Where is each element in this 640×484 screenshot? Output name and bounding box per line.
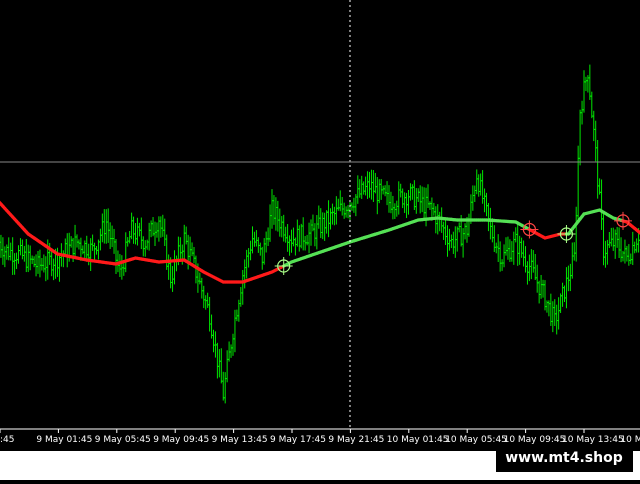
x-tick-label: 9 May 13:45 [212, 435, 268, 445]
x-tick-label: 9 May 01:45 [36, 435, 92, 445]
x-tick-label: :45 [0, 435, 14, 445]
x-tick-label: 10 May 1 [620, 435, 640, 445]
x-tick-label: 10 May 09:45 [504, 435, 566, 445]
x-tick-label: 10 May 05:45 [445, 435, 507, 445]
x-tick-label: 10 May 01:45 [387, 435, 449, 445]
x-tick-label: 9 May 05:45 [95, 435, 151, 445]
chart-window[interactable]: :459 May 01:459 May 05:459 May 09:459 Ma… [0, 0, 640, 480]
watermark-text: www.mt4.shop [505, 450, 623, 466]
x-tick-label: 9 May 09:45 [153, 435, 209, 445]
x-tick-label: 9 May 17:45 [270, 435, 326, 445]
price-chart[interactable]: :459 May 01:459 May 05:459 May 09:459 Ma… [0, 0, 640, 480]
x-tick-label: 10 May 13:45 [562, 435, 624, 445]
x-tick-label: 9 May 21:45 [328, 435, 384, 445]
chart-background [0, 0, 640, 480]
